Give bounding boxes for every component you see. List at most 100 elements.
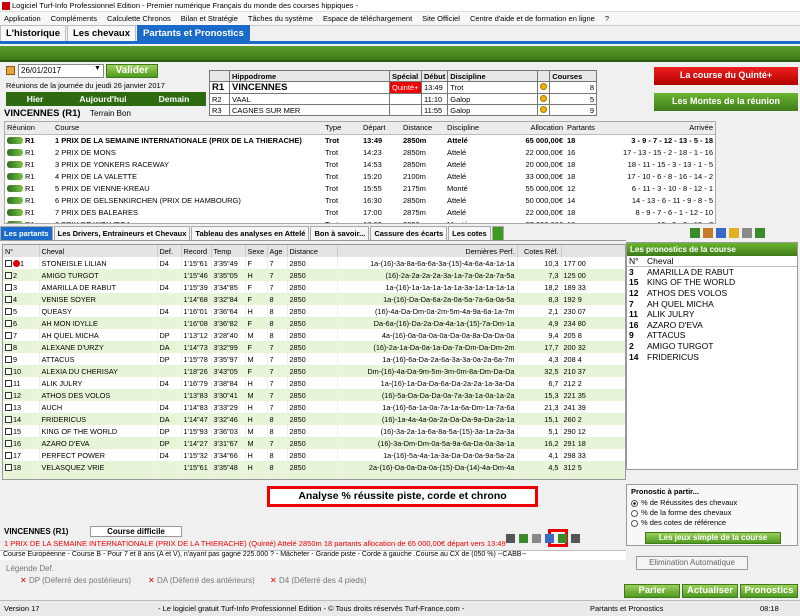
course-row[interactable]: R1 3 PRIX DE YONKERS RACEWAY Trot 14:53 2850… <box>5 158 715 170</box>
menu-complements[interactable]: Compléments <box>51 12 97 25</box>
prono-row[interactable]: 3 AMARILLA DE RABUT <box>627 267 797 278</box>
stats-icon[interactable] <box>519 534 528 543</box>
partant-row[interactable]: 6 AH MON IDYLLE 1'16"08 3'36"82 F 8 2850 Da-6a-… <box>3 317 625 329</box>
menu-bilan[interactable]: Bilan et Stratégie <box>181 12 238 25</box>
partant-row[interactable]: 11 ALIK JULRY D4 1'16"79 3'38"84 H 7 2850 1a-(16… <box>3 377 625 389</box>
menu-aide[interactable]: Centre d'aide et de formation en ligne <box>470 12 595 25</box>
checkbox-icon[interactable] <box>5 392 12 400</box>
print-icon[interactable] <box>716 228 726 238</box>
checkbox-icon[interactable] <box>5 356 12 364</box>
checkbox-icon[interactable] <box>5 296 12 304</box>
course-row[interactable]: R1 4 PRIX DE LA VALETTE Trot 15:20 2100m Atte… <box>5 170 715 182</box>
prono-row[interactable]: 15 KING OF THE WORLD <box>627 277 797 288</box>
aujourdhui-button[interactable]: Aujourd'hui <box>68 92 138 106</box>
partants-col-header[interactable]: Cheval <box>39 245 158 257</box>
menu-application[interactable]: Application <box>4 12 41 25</box>
partants-col-header[interactable]: Sexe <box>245 245 268 257</box>
checkbox-icon[interactable] <box>5 380 12 388</box>
quinte-course-button[interactable]: La course du Quinté+ <box>654 67 798 85</box>
checkbox-icon[interactable] <box>5 452 12 460</box>
prono-row[interactable]: 12 ATHOS DES VOLOS <box>627 288 797 299</box>
partant-row[interactable]: 8 ALEXANE D'URZY DA 1'14"73 3'32"99 F 7 2850 (16… <box>3 341 625 353</box>
partant-row[interactable]: 15 KING OF THE WORLD DP 1'15"93 3'36"03 M 8 285… <box>3 425 625 437</box>
option-reussites[interactable]: % de Réussites des chevaux <box>631 498 793 508</box>
prono-row[interactable]: 2 AMIGO TURGOT <box>627 341 797 352</box>
chevron-down-icon[interactable]: ▼ <box>94 65 101 72</box>
radio-icon[interactable] <box>631 519 638 527</box>
checkbox-icon[interactable] <box>5 332 12 340</box>
tab-cassure[interactable]: Cassure des écarts <box>370 226 448 240</box>
course-row[interactable]: R1 1 PRIX DE LA SEMAINE INTERNATIONALE (P… <box>5 134 715 146</box>
prono-row[interactable]: 14 FRIDERICUS <box>627 351 797 362</box>
partant-row[interactable]: 17 PERFECT POWER D4 1'15"32 3'34"66 H 8 2850 1a-… <box>3 449 625 461</box>
course-row[interactable]: R1 2 PRIX DE MONS Trot 14:23 2850m Attelé 22 0… <box>5 146 715 158</box>
checkbox-icon[interactable] <box>5 404 12 412</box>
export-icon[interactable] <box>545 534 554 543</box>
tab-partants[interactable]: Partants et Pronostics <box>137 25 250 41</box>
partant-row[interactable]: 7 AH QUEL MICHA DP 1'13"12 3'28"40 M 8 2850 4a-(… <box>3 329 625 341</box>
tab-cotes[interactable]: Les cotes <box>448 226 491 240</box>
partant-row[interactable]: 1 STONEISLE LILIAN D4 1'15"61 3'35"49 F 7 2850 1… <box>3 257 625 269</box>
partant-row[interactable]: 18 VELASQUEZ VRIE 1'15"61 3'35"48 H 8 2850 2a-(… <box>3 461 625 473</box>
partant-row[interactable]: 3 AMARILLA DE RABUT D4 1'15"39 3'34"85 F 7 2850… <box>3 281 625 293</box>
partants-col-header[interactable]: Temp <box>211 245 246 257</box>
actualiser-button[interactable]: Actualiser <box>682 584 738 598</box>
partant-row[interactable]: 5 QUEASY D4 1'16"01 3'36"64 H 8 2850 (16)-4a-Da-… <box>3 305 625 317</box>
partants-col-header[interactable]: Distance <box>287 245 338 257</box>
demain-button[interactable]: Demain <box>146 92 202 106</box>
checkbox-icon[interactable] <box>5 260 12 268</box>
printer-icon[interactable] <box>571 534 580 543</box>
menu-calculette[interactable]: Calculette Chronos <box>107 12 171 25</box>
partant-row[interactable]: 9 ATTACUS DP 1'15"78 3'35"97 M 7 2850 1a-(16)-6a… <box>3 353 625 365</box>
checkbox-icon[interactable] <box>5 416 12 424</box>
checkbox-icon[interactable] <box>5 272 12 280</box>
partant-row[interactable]: 13 AUCH D4 1'14"83 3'33"29 H 7 2850 1a-(16)-6a-1… <box>3 401 625 413</box>
prono-row[interactable]: 9 ATTACUS <box>627 330 797 341</box>
hippodrome-row[interactable]: R2 VAAL 11:10 Galop 5 <box>209 93 597 105</box>
checkbox-icon[interactable] <box>5 440 12 448</box>
checkbox-icon[interactable] <box>5 368 12 376</box>
course-row[interactable]: R1 7 PRIX DES BALEARES Trot 17:00 2875m Attel… <box>5 206 715 218</box>
excel-icon[interactable] <box>491 226 504 240</box>
valider-button[interactable]: Valider <box>106 64 158 78</box>
date-field[interactable]: 26/01/2017 <box>18 64 104 78</box>
course-row[interactable]: R1 6 PRIX DE GELSENKIRCHEN (PRIX DE HAMBO… <box>5 194 715 206</box>
elimination-button[interactable]: Elimination Automatique <box>636 556 748 570</box>
analysis-icon[interactable] <box>532 534 541 543</box>
course-row[interactable]: R1 5 PRIX DE VIENNE-KREAU Trot 15:55 2175m Mo… <box>5 182 715 194</box>
partants-col-header[interactable] <box>561 245 625 257</box>
menu-site[interactable]: Site Officiel <box>422 12 460 25</box>
checkbox-icon[interactable] <box>5 320 12 328</box>
partants-col-header[interactable]: Record <box>181 245 212 257</box>
partant-row[interactable]: 16 AZARO D'EVA DP 1'14"27 3'31"67 M 7 2850 (16)-… <box>3 437 625 449</box>
partant-row[interactable]: 14 FRIDERICUS DA 1'14"47 3'32"46 H 8 2850 (16)-1… <box>3 413 625 425</box>
tab-les-partants[interactable]: Les partants <box>0 226 53 240</box>
tools-icon[interactable] <box>703 228 713 238</box>
tab-historique[interactable]: L'historique <box>0 25 66 41</box>
tab-drivers[interactable]: Les Drivers, Entraineurs et Chevaux <box>53 226 191 240</box>
refresh-icon[interactable] <box>690 228 700 238</box>
prono-row[interactable]: 16 AZARO D'EVA <box>627 319 797 330</box>
menu-telechargement[interactable]: Espace de téléchargement <box>323 12 412 25</box>
option-forme[interactable]: % de la forme des chevaux <box>631 508 793 518</box>
partant-row[interactable]: 10 ALEXIA DU CHERISAY 1'18"26 3'43"05 F 7 2850… <box>3 365 625 377</box>
jeux-simple-button[interactable]: Les jeux simple de la course <box>645 532 781 544</box>
checkbox-icon[interactable] <box>5 308 12 316</box>
partants-col-header[interactable]: Cotes Réf. <box>517 245 562 257</box>
partants-col-header[interactable]: N° <box>3 245 40 257</box>
checkbox-icon[interactable] <box>5 284 12 292</box>
radio-icon[interactable] <box>631 499 638 507</box>
calculator-icon[interactable] <box>506 534 515 543</box>
tab-chevaux[interactable]: Les chevaux <box>66 25 137 41</box>
montes-reunion-button[interactable]: Les Montes de la réunion <box>654 93 798 111</box>
save-icon[interactable] <box>558 534 567 543</box>
partant-row[interactable]: 4 VENISE SOYER 1'14"68 3'32"84 F 8 2850 1a-(16)… <box>3 293 625 305</box>
menu-taches[interactable]: Tâches du système <box>248 12 313 25</box>
tab-analyses[interactable]: Tableau des analyses en Attelé <box>191 226 310 240</box>
menu-help[interactable]: ? <box>605 12 609 25</box>
partants-col-header[interactable]: Def. <box>157 245 182 257</box>
checkbox-icon[interactable] <box>5 464 12 472</box>
checkbox-icon[interactable] <box>5 428 12 436</box>
prono-row[interactable]: 11 ALIK JULRY <box>627 309 797 320</box>
partant-row[interactable]: 2 AMIGO TURGOT 1'15"46 3'35"05 H 7 2850 (16)-2a… <box>3 269 625 281</box>
